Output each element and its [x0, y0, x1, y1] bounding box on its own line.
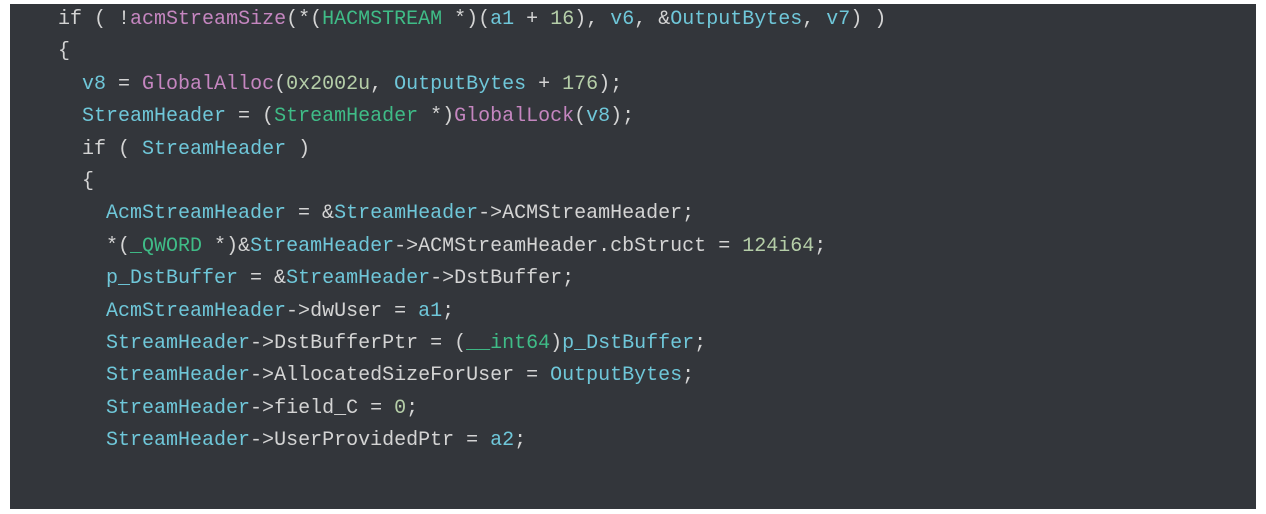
code-line: AcmStreamHeader = &StreamHeader->ACMStre…	[10, 202, 694, 225]
code-line: StreamHeader = (StreamHeader *)GlobalLoc…	[10, 105, 634, 128]
code-line: if ( !acmStreamSize(*(HACMSTREAM *)(a1 +…	[10, 8, 886, 31]
code-line: p_DstBuffer = &StreamHeader->DstBuffer;	[10, 267, 574, 290]
code-block: if ( !acmStreamSize(*(HACMSTREAM *)(a1 +…	[10, 4, 1256, 509]
code-line: if ( StreamHeader )	[10, 138, 310, 161]
code-line: AcmStreamHeader->dwUser = a1;	[10, 300, 454, 323]
code-line: v8 = GlobalAlloc(0x2002u, OutputBytes + …	[10, 73, 622, 96]
code-line: {	[10, 170, 94, 193]
code-line: StreamHeader->AllocatedSizeForUser = Out…	[10, 364, 694, 387]
code-line: StreamHeader->field_C = 0;	[10, 397, 418, 420]
code-line: StreamHeader->UserProvidedPtr = a2;	[10, 429, 526, 452]
code-line: StreamHeader->DstBufferPtr = (__int64)p_…	[10, 332, 706, 355]
code-line: {	[10, 40, 70, 63]
code-line: *(_QWORD *)&StreamHeader->ACMStreamHeade…	[10, 235, 826, 258]
